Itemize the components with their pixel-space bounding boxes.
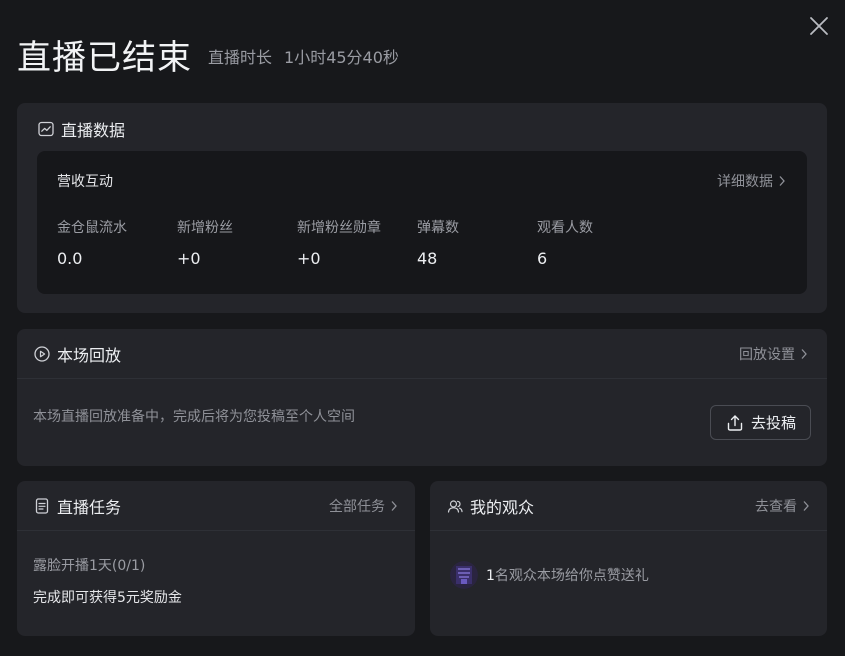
document-icon — [33, 497, 51, 515]
stat-value: 48 — [417, 249, 438, 268]
link-label: 全部任务 — [329, 498, 385, 515]
chevron-right-icon — [391, 500, 397, 511]
task-reward: 完成即可获得5元奖励金 — [33, 590, 182, 606]
audience-count: 1 — [486, 568, 495, 584]
link-label: 回放设置 — [739, 346, 795, 363]
upload-icon — [727, 414, 743, 431]
section-label: 我的观众 — [470, 497, 535, 517]
duration-label: 直播时长 — [208, 48, 273, 67]
chart-icon — [37, 120, 55, 138]
audience-message: 1名观众本场给你点赞送礼 — [486, 565, 649, 585]
stat-revenue: 金仓鼠流水 0.0 — [57, 217, 177, 268]
live-data-title: 直播数据 — [37, 117, 125, 141]
stat-viewers: 观看人数 6 — [537, 217, 657, 268]
stat-label: 观看人数 — [537, 220, 593, 236]
replay-settings-link[interactable]: 回放设置 — [739, 344, 809, 364]
revenue-title: 营收互动 — [57, 174, 113, 190]
replay-icon — [33, 345, 51, 363]
avatar[interactable] — [450, 561, 478, 589]
chevron-right-icon — [779, 176, 785, 186]
section-label: 直播任务 — [57, 497, 122, 517]
live-data-card: 直播数据 营收互动 详细数据 金仓鼠流水 0.0 新增粉丝 +0 新增粉丝勋章 … — [17, 103, 827, 313]
page-title: 直播已结束 — [17, 37, 192, 78]
task-title: 直播任务 — [33, 494, 121, 518]
stat-value: 6 — [537, 249, 548, 268]
section-label: 本场回放 — [57, 345, 122, 365]
people-icon — [446, 497, 464, 515]
chevron-right-icon — [801, 348, 807, 359]
stat-label: 新增粉丝勋章 — [297, 220, 381, 236]
chevron-right-icon — [803, 500, 809, 511]
stat-value: +0 — [177, 249, 201, 268]
button-label: 去投稿 — [750, 415, 796, 432]
section-label: 直播数据 — [61, 121, 126, 140]
replay-card: 本场回放 回放设置 本场直播回放准备中，完成后将为您投稿至个人空间 去投稿 — [17, 329, 827, 466]
stat-label: 弹幕数 — [417, 220, 459, 236]
stat-danmaku: 弹幕数 48 — [417, 217, 537, 268]
link-label: 详细数据 — [717, 174, 773, 190]
page-header: 直播已结束 直播时长 1小时45分40秒 — [17, 30, 399, 78]
stat-new-fans: 新增粉丝 +0 — [177, 217, 297, 268]
all-tasks-link[interactable]: 全部任务 — [329, 496, 399, 516]
live-task-card: 直播任务 全部任务 露脸开播1天(0/1) 完成即可获得5元奖励金 — [17, 481, 415, 636]
close-button[interactable] — [806, 13, 832, 39]
close-icon — [810, 17, 828, 35]
replay-message: 本场直播回放准备中，完成后将为您投稿至个人空间 — [33, 408, 355, 425]
live-duration: 直播时长 1小时45分40秒 — [208, 44, 399, 68]
revenue-panel: 营收互动 详细数据 金仓鼠流水 0.0 新增粉丝 +0 新增粉丝勋章 +0 弹幕… — [37, 151, 807, 294]
view-audience-link[interactable]: 去查看 — [755, 496, 811, 516]
task-name: 露脸开播1天(0/1) — [33, 558, 146, 574]
stats-row: 金仓鼠流水 0.0 新增粉丝 +0 新增粉丝勋章 +0 弹幕数 48 观看人数 … — [57, 217, 787, 268]
stat-label: 新增粉丝 — [177, 220, 233, 236]
my-audience-card: 我的观众 去查看 1名观众本场给你点赞送礼 — [430, 481, 827, 636]
replay-title: 本场回放 — [33, 342, 121, 366]
detail-data-link[interactable]: 详细数据 — [717, 171, 787, 191]
link-label: 去查看 — [755, 498, 797, 515]
duration-value: 1小时45分40秒 — [284, 48, 399, 67]
stat-fan-medals: 新增粉丝勋章 +0 — [297, 217, 417, 268]
audience-title: 我的观众 — [446, 494, 534, 518]
audience-message-text: 名观众本场给你点赞送礼 — [494, 568, 649, 584]
stat-value: +0 — [297, 249, 321, 268]
post-button[interactable]: 去投稿 — [709, 405, 811, 440]
stat-value: 0.0 — [57, 249, 83, 268]
stat-label: 金仓鼠流水 — [57, 220, 127, 236]
